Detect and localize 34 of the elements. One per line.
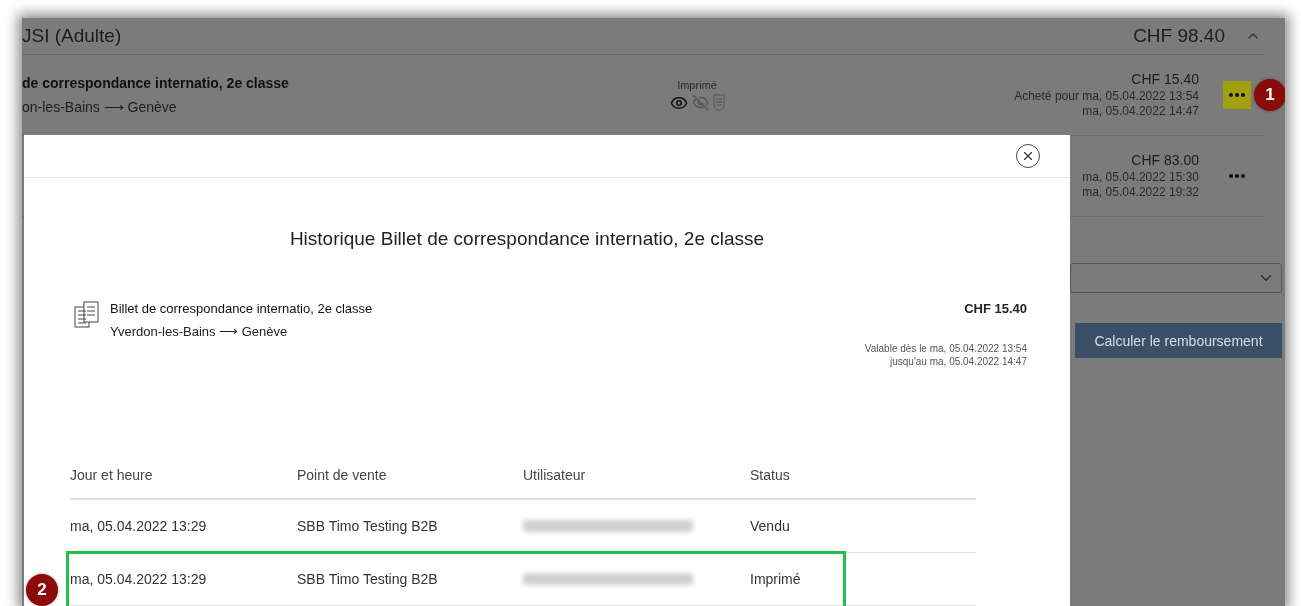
ticket-title: Billet de correspondance internatio, 2e classe	[110, 301, 374, 316]
ticket-title: de correspondance internatio, 2e classe	[22, 75, 290, 91]
group-total: CHF 98.40	[1133, 25, 1225, 47]
table-cell-text: SBB Timo Testing B2B	[297, 571, 439, 587]
table-cell-text: ma, 05.04.2022 13:29	[70, 518, 208, 534]
select-field[interactable]	[1070, 263, 1282, 293]
refund-button[interactable]: Calculer le remboursement	[1075, 323, 1282, 358]
ticket-route: Yverdon-les-Bains ⟶ Genève	[110, 324, 289, 339]
ticket-date: ma, 05.04.2022 19:32	[1082, 185, 1199, 200]
ticket-date: ma, 05.04.2022 15:30	[1082, 170, 1199, 185]
more-button[interactable]	[1223, 81, 1251, 109]
column-header: Point de vente	[297, 467, 388, 483]
close-icon	[1021, 149, 1035, 163]
group-title: JSI (Adulte)	[22, 25, 123, 47]
ticket-date: Acheté pour ma, 05.04.2022 13:54	[1014, 89, 1199, 104]
table-cell-text: ma, 05.04.2022 13:29	[70, 571, 208, 587]
ticket-price: CHF 83.00	[1131, 152, 1199, 168]
validity-text: Valable dès le ma, 05.04.2022 13:54	[864, 342, 1027, 355]
table-cell-text: Vendu	[750, 518, 791, 534]
table-cell-text: SBB Timo Testing B2B	[297, 518, 439, 534]
dialog-title: Historique Billet de correspondance internatio, 2e classe	[289, 228, 765, 250]
ticket-date: ma, 05.04.2022 14:47	[1082, 104, 1199, 119]
ticket-status: Imprimé	[677, 78, 717, 91]
validity-text: jusqu'au ma, 05.04.2022 14:47	[889, 355, 1027, 368]
ticket-route: on-les-Bains ⟶ Genève	[22, 99, 178, 115]
column-header: Status	[750, 467, 791, 483]
column-header: Jour et heure	[70, 467, 154, 483]
close-button[interactable]	[1016, 144, 1040, 168]
ticket-price: CHF 15.40	[964, 301, 1027, 316]
table-cell-text: Imprimé	[750, 571, 802, 587]
step-badge: 1	[1254, 79, 1285, 111]
ticket-icon	[74, 301, 100, 329]
ticket-price: CHF 15.40	[1131, 71, 1199, 87]
column-header: Utilisateur	[523, 467, 587, 483]
